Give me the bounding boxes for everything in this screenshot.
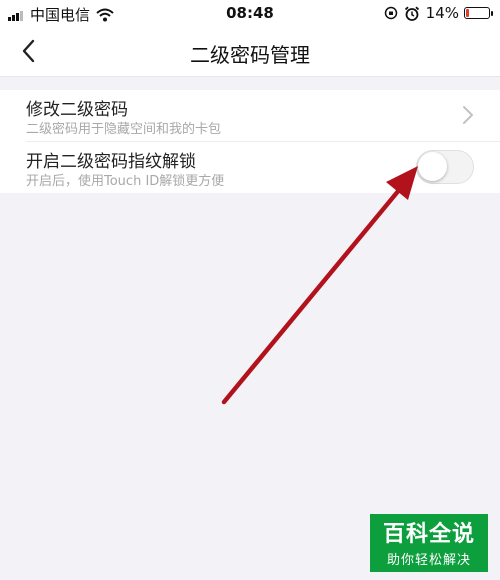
- status-bar: 中国电信 08:48 14%: [0, 0, 500, 26]
- watermark-subtitle: 助你轻松解决: [386, 553, 471, 568]
- watermark-logo: 百科全说 助你轻松解决: [370, 514, 488, 572]
- nav-bar: 二级密码管理: [0, 26, 500, 77]
- chevron-right-icon: [463, 106, 473, 124]
- toggle-knob: [418, 152, 447, 181]
- change-password-row[interactable]: 修改二级密码 二级密码用于隐藏空间和我的卡包: [0, 90, 500, 141]
- settings-list: 修改二级密码 二级密码用于隐藏空间和我的卡包 开启二级密码指纹解锁 开启后，使用…: [0, 90, 500, 193]
- alarm-icon: [404, 6, 419, 21]
- fingerprint-unlock-toggle[interactable]: [416, 150, 474, 184]
- battery-percent: 14%: [425, 4, 459, 22]
- orientation-lock-icon: [384, 6, 397, 20]
- fingerprint-unlock-title: 开启二级密码指纹解锁: [26, 152, 196, 172]
- status-right: 14%: [384, 4, 493, 22]
- battery-fill: [466, 9, 469, 17]
- change-password-title: 修改二级密码: [26, 100, 128, 120]
- fingerprint-unlock-row: 开启二级密码指纹解锁 开启后，使用Touch ID解锁更方便: [26, 141, 500, 193]
- page-title: 二级密码管理: [190, 43, 310, 67]
- fingerprint-unlock-subtitle: 开启后，使用Touch ID解锁更方便: [26, 174, 225, 189]
- annotation-arrow-icon: [221, 166, 418, 405]
- watermark-title: 百科全说: [382, 522, 475, 547]
- battery-icon: [464, 7, 493, 19]
- change-password-subtitle: 二级密码用于隐藏空间和我的卡包: [26, 122, 222, 137]
